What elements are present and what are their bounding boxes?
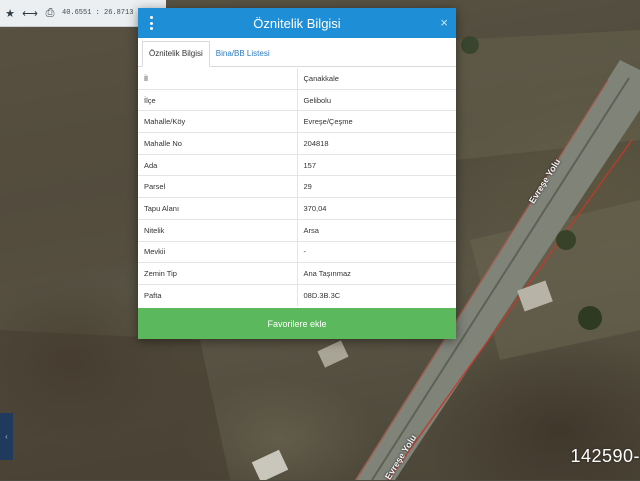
attr-value: Gelibolu [296,88,456,111]
dialog-title: Öznitelik Bilgisi [253,15,341,31]
attr-value: Ana Taşınmaz [296,262,456,285]
attr-value: Evreşe/Çeşme [296,110,456,133]
attr-key: Mahalle/Köy [138,110,297,133]
attr-key: Pafta [138,283,297,306]
table-row: Ada 157 [138,153,456,176]
table-row: Pafta 08D.3B.3C [138,283,456,306]
table-row: Mahalle No 204818 [138,132,456,155]
print-icon[interactable]: ⎙ [40,0,60,26]
attr-key: Mevkii [138,240,297,263]
attr-key: İl [144,73,148,83]
listing-id: 142590- [570,446,640,466]
table-row: Mahalle/Köy Evreşe/Çeşme [138,110,456,133]
table-row: Nitelik Arsa [138,218,456,241]
attr-key: Parsel [138,175,297,198]
attr-key: Zemin Tip [138,262,297,285]
dialog-header: Öznitelik Bilgisi × [138,8,456,38]
add-to-favorites-button[interactable]: Favorilere ekle [138,308,456,339]
attr-value: 157 [296,153,456,176]
attr-value: 370,04 [296,197,456,220]
table-row: Tapu Alanı 370,04 [138,197,456,220]
ruler-icon[interactable]: ⟷ [20,0,40,26]
attr-value: Çanakkale [296,68,456,90]
tab-attribute-info[interactable]: Öznitelik Bilgisi [142,41,210,67]
attr-key: Mahalle No [138,132,297,155]
attr-value: 08D.3B.3C [296,283,456,306]
attr-key: Nitelik [138,218,297,241]
attribute-dialog: Öznitelik Bilgisi × Öznitelik Bilgisi Bi… [138,8,456,339]
star-icon[interactable]: ★ [0,0,20,26]
table-row: İlçe Gelibolu [138,88,456,111]
attr-key: Ada [138,153,297,176]
attr-value: 204818 [296,132,456,155]
chevron-left-icon: ‹ [5,432,8,441]
table-row: Parsel 29 [138,175,456,198]
tab-building-list[interactable]: Bina/BB Listesi [210,42,276,66]
attr-value: - [296,240,456,263]
attr-value: 29 [296,175,456,198]
table-row: Mevkii - [138,240,456,263]
attr-key: Tapu Alanı [138,197,297,220]
side-panel-toggle[interactable]: ‹ [0,413,13,460]
table-row: Zemin Tip Ana Taşınmaz [138,262,456,285]
attribute-table: İl Çanakkale İlçe Gelibolu Mahalle/Köy E… [138,68,456,306]
kebab-menu-icon[interactable] [148,16,154,30]
coordinate-readout: 40.6551 : 26.8713 [62,9,134,17]
attr-key: İlçe [138,88,297,111]
table-row: İl Çanakkale [138,68,456,90]
close-icon[interactable]: × [440,15,448,30]
dialog-tabs: Öznitelik Bilgisi Bina/BB Listesi [138,38,456,67]
attr-value: Arsa [296,218,456,241]
